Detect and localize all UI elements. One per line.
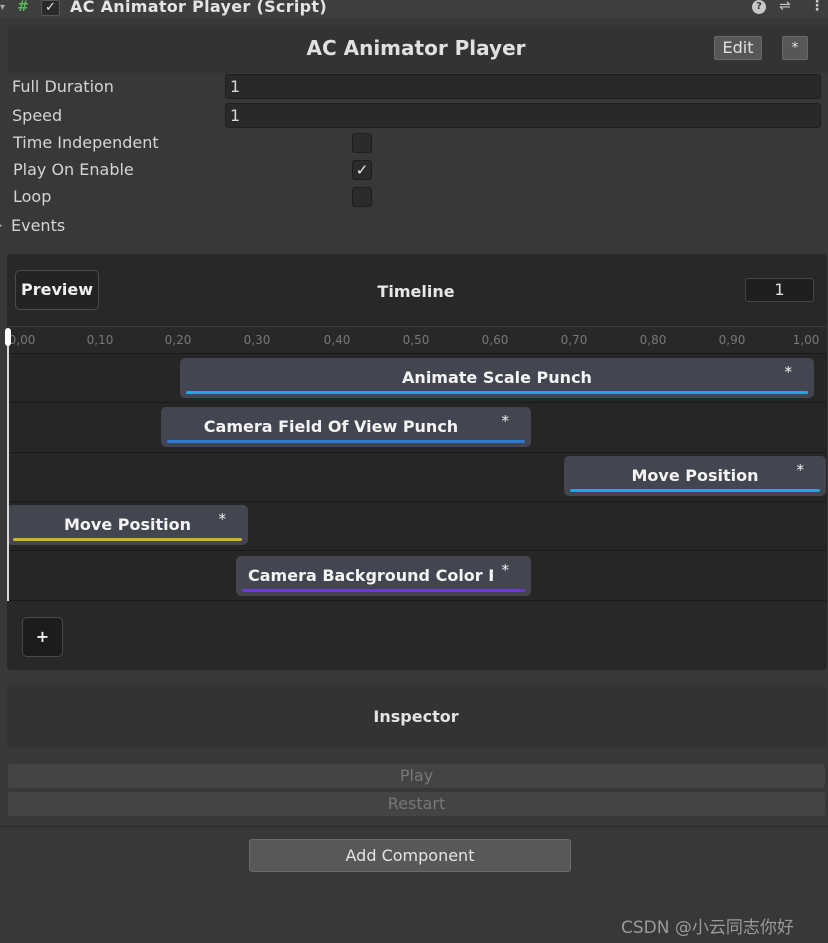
loop-label: Loop	[13, 187, 52, 206]
clip-label: Animate Scale Punch	[402, 368, 592, 387]
clip-label: Camera Field Of View Punch	[203, 417, 459, 436]
add-component-button[interactable]: Add Component	[249, 839, 571, 872]
time-independent-label: Time Independent	[13, 133, 159, 152]
edit-button[interactable]: Edit	[714, 36, 762, 60]
clip-label: Camera Background Color Punch	[248, 566, 493, 585]
playhead-line	[7, 345, 9, 601]
ruler-tick: 0,30	[243, 333, 271, 347]
ruler-tick: 0,80	[639, 333, 667, 347]
clip-color-bar	[13, 538, 242, 541]
loop-checkbox[interactable]	[352, 187, 372, 207]
component-menu-icon[interactable]: ⋮	[810, 0, 824, 14]
ruler-tick: 0,90	[718, 333, 746, 347]
events-fold-icon[interactable]: ▸	[0, 221, 3, 231]
clip-color-bar	[570, 489, 820, 492]
timeline-clip[interactable]: Animate Scale Punch *	[180, 358, 814, 398]
clip-menu-star[interactable]: *	[502, 412, 510, 430]
events-foldout[interactable]: Events	[11, 216, 65, 235]
speed-label: Speed	[12, 106, 63, 125]
ruler-tick: 0,50	[402, 333, 430, 347]
clip-label: Move Position	[631, 466, 759, 485]
lane-divider	[7, 600, 827, 601]
timeline-clip[interactable]: Move Position *	[7, 505, 248, 545]
play-on-enable-checkbox[interactable]: ✓	[352, 160, 372, 180]
help-icon[interactable]: ?	[752, 0, 766, 14]
ruler-tick: 0,60	[481, 333, 509, 347]
timeline-duration-input[interactable]: 1	[745, 278, 814, 302]
restart-button[interactable]: Restart	[8, 792, 825, 816]
preview-button[interactable]: Preview	[15, 270, 99, 310]
full-duration-label: Full Duration	[12, 77, 114, 96]
play-on-enable-label: Play On Enable	[13, 160, 134, 179]
clip-color-bar	[242, 589, 525, 592]
clip-color-bar	[167, 440, 525, 443]
inspector-label: Inspector	[373, 707, 459, 726]
component-enabled-checkbox[interactable]: ✓	[41, 0, 60, 16]
title-star-button[interactable]: *	[782, 36, 808, 60]
timeline-label: Timeline	[377, 282, 455, 301]
script-icon: #	[17, 0, 29, 15]
play-button[interactable]: Play	[8, 764, 825, 788]
playhead-handle[interactable]	[5, 328, 11, 346]
clip-menu-star[interactable]: *	[219, 510, 227, 528]
divider	[0, 826, 828, 827]
presets-icon[interactable]: ⇌	[779, 0, 791, 14]
ruler-tick: 0,10	[86, 333, 114, 347]
timeline-clip[interactable]: Camera Field Of View Punch *	[161, 407, 531, 447]
component-title: AC Animator Player (Script)	[70, 0, 327, 16]
timeline-clip[interactable]: Move Position *	[564, 456, 826, 496]
speed-input[interactable]: 1	[225, 103, 821, 128]
ruler-tick: 0,70	[560, 333, 588, 347]
timeline-clip[interactable]: Camera Background Color Punch *	[236, 556, 531, 596]
clip-menu-star[interactable]: *	[502, 561, 510, 579]
clip-menu-star[interactable]: *	[797, 461, 805, 479]
ruler-tick: 0,20	[164, 333, 192, 347]
time-independent-checkbox[interactable]	[352, 133, 372, 153]
ruler-tick: 1,00	[792, 333, 820, 347]
watermark: CSDN @小云同志你好	[621, 918, 794, 938]
clip-menu-star[interactable]: *	[785, 363, 793, 381]
add-clip-button[interactable]: +	[22, 617, 63, 657]
page-title: AC Animator Player	[306, 36, 526, 60]
fold-arrow-icon[interactable]: ▾	[0, 2, 5, 13]
full-duration-input[interactable]: 1	[225, 74, 821, 99]
clip-color-bar	[186, 391, 808, 394]
ruler-tick: 0,40	[323, 333, 351, 347]
clip-label: Move Position	[63, 515, 191, 534]
